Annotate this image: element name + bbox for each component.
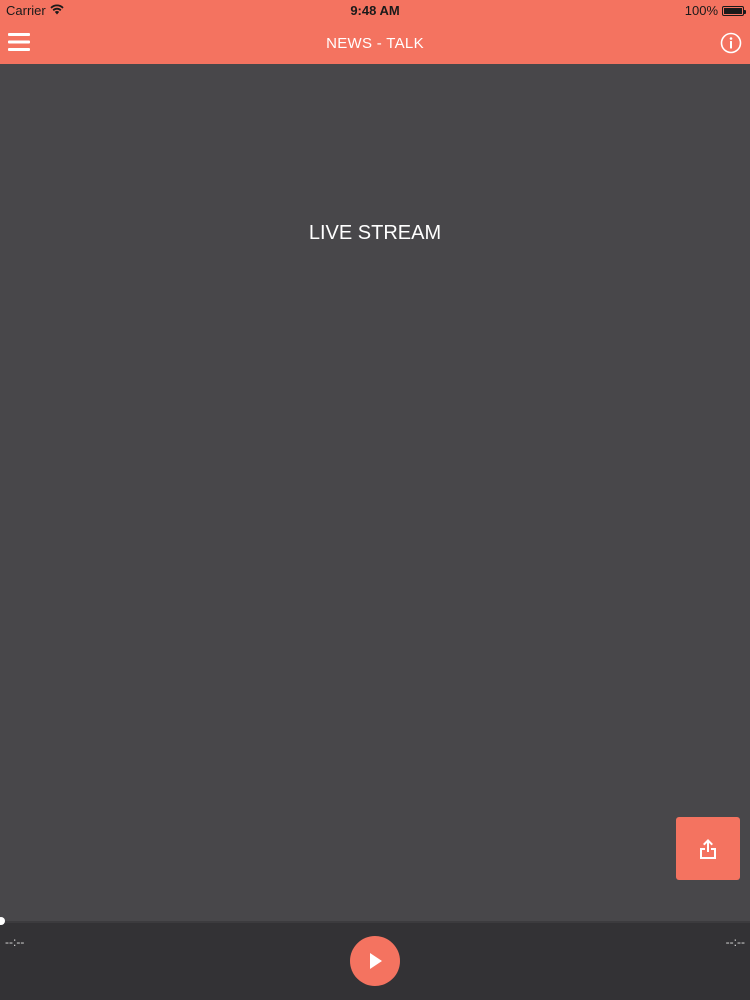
elapsed-time: --:-- [5, 935, 25, 949]
status-time: 9:48 AM [350, 3, 400, 18]
play-icon [370, 953, 382, 969]
progress-track[interactable] [0, 917, 750, 925]
remaining-time: --:-- [725, 935, 745, 949]
stream-label: LIVE STREAM [308, 222, 442, 244]
share-icon [700, 838, 716, 859]
navigation-bar: NEWS - TALK [0, 22, 750, 64]
play-button[interactable] [350, 936, 400, 986]
battery-percentage: 100% [684, 3, 718, 18]
app-screen: Carrier 9:48 AM 100% NEWS - TALK LIVE ST… [0, 0, 750, 1000]
player-bar: --:-- --:-- [0, 917, 750, 1000]
battery-indicator: 100% [684, 3, 746, 18]
battery-fill [724, 7, 742, 14]
main-content: LIVE STREAM [0, 64, 750, 922]
info-icon [720, 32, 742, 54]
page-title: NEWS - TALK [326, 35, 424, 52]
progress-knob[interactable] [0, 917, 5, 925]
info-button[interactable] [720, 32, 742, 54]
share-button[interactable] [676, 817, 740, 880]
status-bar: Carrier 9:48 AM 100% [0, 0, 750, 22]
battery-icon [722, 5, 746, 16]
